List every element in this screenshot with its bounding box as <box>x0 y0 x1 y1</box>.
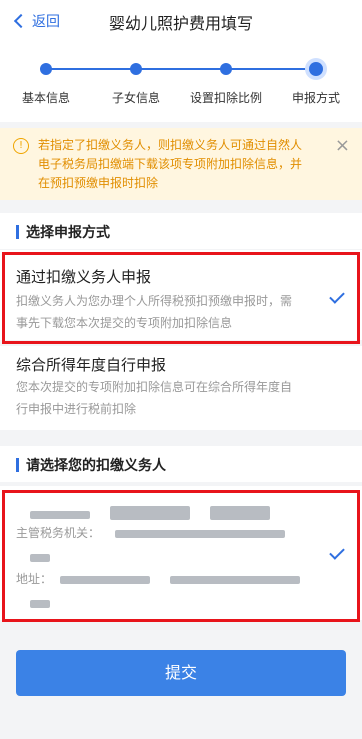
step-label-2: 子女信息 <box>111 91 161 105</box>
method-section-title: 选择申报方式 <box>26 225 110 241</box>
highlight-box <box>2 252 360 344</box>
highlight-box <box>2 490 360 622</box>
close-icon[interactable]: × <box>335 135 350 156</box>
step-dot-2 <box>130 63 142 75</box>
step-dot-4 <box>309 62 323 76</box>
step-dot-1 <box>40 63 52 75</box>
submit-button[interactable]: 提交 <box>16 650 346 696</box>
section-marker <box>16 458 19 472</box>
step-dot-3 <box>220 63 232 75</box>
option-self-filing[interactable]: 综合所得年度自行申报 您本次提交的专项附加扣除信息可在综合所得年度自行申报中进行… <box>0 346 362 430</box>
step-label-1: 基本信息 <box>21 91 71 105</box>
step-label-4: 申报方式 <box>291 91 341 105</box>
method-section-header: 选择申报方式 <box>0 213 362 249</box>
agent-section-header: 请选择您的扣缴义务人 <box>0 446 362 482</box>
agent-section-title: 请选择您的扣缴义务人 <box>26 458 166 474</box>
warning-icon: ! <box>13 138 29 154</box>
option-name: 综合所得年度自行申报 <box>16 356 167 374</box>
step-label-3: 设置扣除比例 <box>189 91 263 105</box>
notice-text: 若指定了扣缴义务人，则扣缴义务人可通过自然人电子税务局扣缴端下载该项专项附加扣除… <box>38 138 303 190</box>
step-line <box>46 68 316 70</box>
notice-banner: ! 若指定了扣缴义务人，则扣缴义务人可通过自然人电子税务局扣缴端下载该项专项附加… <box>0 128 362 200</box>
step-progress: 基本信息 子女信息 设置扣除比例 申报方式 <box>0 40 362 122</box>
option-desc: 您本次提交的专项附加扣除信息可在综合所得年度自行申报中进行税前扣除 <box>16 380 293 416</box>
top-bar: 返回 婴幼儿照护费用填写 <box>0 0 362 40</box>
page-title: 婴幼儿照护费用填写 <box>108 14 253 33</box>
bottom-spacer <box>0 706 362 739</box>
section-marker <box>16 225 19 239</box>
